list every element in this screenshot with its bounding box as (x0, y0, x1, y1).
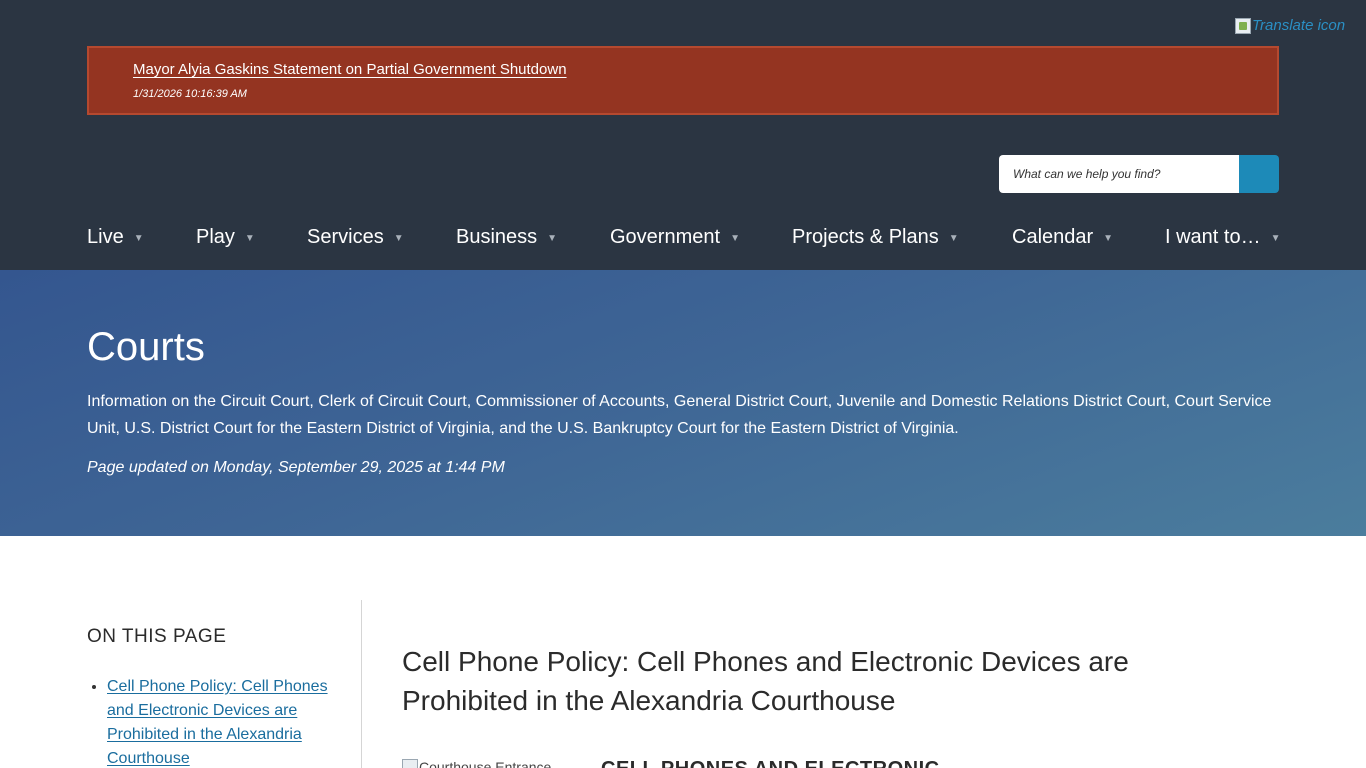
nav-item-label: Play (196, 226, 235, 248)
nav-item-calendar[interactable]: Calendar ▼ (1012, 226, 1113, 249)
translate-alt-text: Translate icon (1252, 17, 1346, 34)
page-description: Information on the Circuit Court, Clerk … (87, 393, 1272, 437)
page-title: Courts (87, 325, 205, 369)
nav-item-label: Government (610, 226, 721, 248)
nav-item-government[interactable]: Government ▼ (610, 226, 740, 249)
alert-timestamp: 1/31/2026 10:16:39 AM (133, 88, 247, 100)
site-header: Translate icon Mayor Alyia Gaskins State… (0, 0, 1366, 270)
nav-item-play[interactable]: Play ▼ (196, 226, 255, 249)
toc-list: Cell Phone Policy: Cell Phones and Elect… (107, 675, 337, 768)
toc-link-cell-phone-policy[interactable]: Cell Phone Policy: Cell Phones and Elect… (107, 678, 328, 767)
alert-link[interactable]: Mayor Alyia Gaskins Statement on Partial… (133, 61, 567, 78)
search-button[interactable] (1239, 155, 1279, 193)
nav-item-projects-plans[interactable]: Projects & Plans ▼ (792, 226, 959, 249)
main-navigation: Live ▼ Play ▼ Services ▼ Business ▼ Gove… (87, 226, 1281, 254)
broken-image-icon (402, 759, 418, 768)
caret-down-icon: ▼ (948, 233, 959, 244)
nav-item-label: Projects & Plans (792, 226, 939, 248)
caret-down-icon: ▼ (547, 233, 558, 244)
caret-down-icon: ▼ (1103, 233, 1114, 244)
nav-item-live[interactable]: Live ▼ (87, 226, 144, 249)
nav-item-label: Business (456, 226, 538, 248)
caret-down-icon: ▼ (730, 233, 740, 244)
search-input[interactable] (999, 155, 1239, 193)
section-subheading: CELL PHONES AND ELECTRONIC (601, 758, 940, 768)
sidebar-title: ON THIS PAGE (87, 626, 227, 647)
page-updated-date: Page updated on Monday, September 29, 20… (87, 459, 505, 476)
section-heading: Cell Phone Policy: Cell Phones and Elect… (402, 646, 1129, 716)
caret-down-icon: ▼ (244, 233, 255, 244)
nav-item-services[interactable]: Services ▼ (307, 226, 404, 249)
page-hero: Courts Information on the Circuit Court,… (0, 270, 1366, 536)
nav-item-business[interactable]: Business ▼ (456, 226, 557, 249)
image-alt-text: Courthouse Entrance (419, 759, 552, 768)
translate-link[interactable]: Translate icon (1235, 17, 1345, 34)
nav-item-label: Calendar (1012, 226, 1094, 248)
site-search (999, 155, 1279, 193)
on-this-page-sidebar: ON THIS PAGE Cell Phone Policy: Cell Pho… (87, 600, 362, 768)
emergency-alert-banner: Mayor Alyia Gaskins Statement on Partial… (87, 46, 1279, 115)
courthouse-entrance-image: Courthouse Entrance (402, 759, 582, 768)
nav-item-i-want-to[interactable]: I want to… ▼ (1165, 226, 1281, 249)
caret-down-icon: ▼ (133, 233, 144, 244)
broken-image-icon (1235, 18, 1251, 34)
nav-item-label: Services (307, 226, 384, 248)
nav-item-label: Live (87, 226, 124, 248)
toc-item: Cell Phone Policy: Cell Phones and Elect… (107, 675, 337, 768)
caret-down-icon: ▼ (393, 233, 404, 244)
caret-down-icon: ▼ (1270, 233, 1281, 244)
nav-item-label: I want to… (1165, 226, 1261, 248)
